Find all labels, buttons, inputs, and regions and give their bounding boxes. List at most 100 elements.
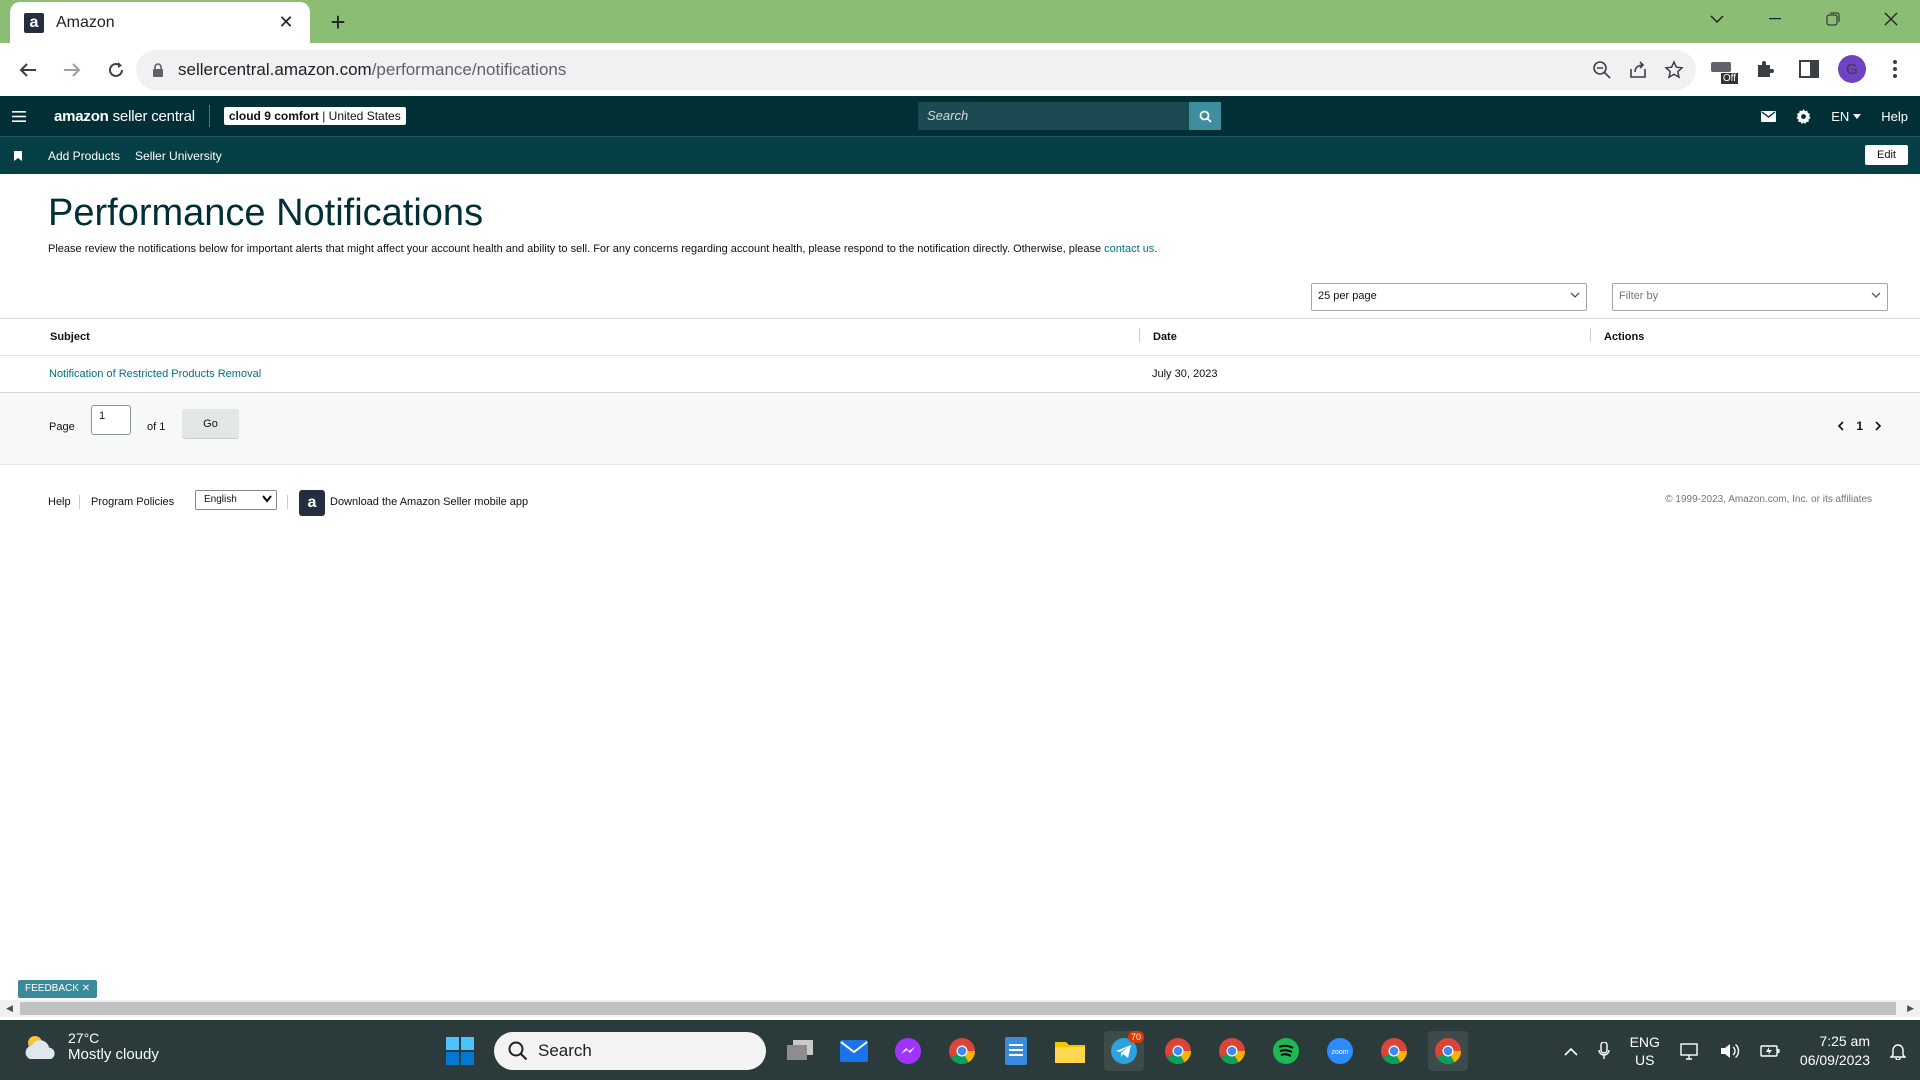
feedback-close-icon[interactable]: ✕ — [82, 983, 90, 994]
amazon-app-icon[interactable]: a — [299, 490, 325, 516]
current-page-number[interactable]: 1 — [1856, 419, 1863, 433]
filter-by-select[interactable]: Filter by — [1612, 283, 1888, 311]
page-footer: Help Program Policies English a Download… — [0, 465, 1920, 525]
horizontal-scrollbar[interactable]: ◀ ▶ — [0, 1000, 1920, 1017]
restore-icon[interactable] — [1804, 0, 1862, 38]
extension-toggle-icon[interactable]: Off — [1706, 54, 1738, 84]
browser-menu-icon[interactable] — [1880, 54, 1910, 84]
share-icon[interactable] — [1628, 60, 1648, 80]
new-tab-icon[interactable]: + — [324, 7, 352, 37]
amazon-favicon-icon: a — [24, 12, 44, 33]
minimize-icon[interactable] — [1746, 0, 1804, 38]
lock-icon[interactable] — [152, 63, 164, 77]
language-label: EN — [1831, 108, 1850, 124]
next-page-icon[interactable] — [1875, 421, 1882, 431]
bookmark-star-icon[interactable] — [1664, 60, 1684, 80]
subnav-add-products[interactable]: Add Products — [48, 149, 120, 163]
system-clock[interactable]: 7:25 am 06/09/2023 — [1800, 1032, 1870, 1070]
chrome-profile-icon[interactable] — [1374, 1031, 1414, 1071]
close-window-icon[interactable] — [1862, 0, 1920, 38]
mail-app-icon[interactable] — [834, 1031, 874, 1071]
go-button[interactable]: Go — [182, 409, 239, 438]
seller-search: Search — [918, 102, 1221, 130]
window-controls — [1688, 0, 1920, 38]
footer-help-link[interactable]: Help — [48, 496, 71, 508]
network-icon[interactable] — [1680, 1042, 1700, 1060]
page-title: Performance Notifications — [48, 192, 484, 234]
search-icon — [1199, 110, 1212, 123]
zoom-icon[interactable] — [1592, 60, 1612, 80]
column-date[interactable]: Date — [1153, 331, 1177, 343]
browser-tab[interactable]: a Amazon ✕ — [10, 2, 310, 43]
telegram-icon[interactable]: 70 — [1104, 1031, 1144, 1071]
header-help-link[interactable]: Help — [1881, 109, 1908, 124]
back-icon[interactable] — [8, 50, 48, 90]
side-panel-icon[interactable] — [1794, 54, 1824, 84]
feedback-button[interactable]: FEEDBACK ✕ — [18, 980, 98, 998]
search-button[interactable] — [1189, 102, 1221, 130]
column-actions: Actions — [1604, 331, 1645, 343]
column-separator — [1590, 328, 1591, 342]
battery-icon[interactable] — [1760, 1044, 1780, 1058]
chrome-active-icon[interactable] — [1428, 1031, 1468, 1071]
clock-date: 06/09/2023 — [1799, 1052, 1870, 1068]
notifications-table: Subject Date Actions Notification of Res… — [0, 318, 1920, 393]
bookmark-bar: Add Products Seller University Edit — [0, 136, 1920, 174]
language-selector[interactable]: EN — [1831, 108, 1862, 124]
footer-language-select[interactable]: English — [195, 490, 277, 510]
messenger-icon[interactable] — [888, 1031, 928, 1071]
previous-page-icon[interactable] — [1837, 421, 1844, 431]
scrollbar-thumb[interactable] — [20, 1002, 1896, 1015]
column-subject[interactable]: Subject — [50, 331, 90, 343]
notification-date: July 30, 2023 — [1152, 368, 1218, 380]
edit-bookmarks-button[interactable]: Edit — [1865, 145, 1908, 165]
seller-central-logo[interactable]: amazon seller central — [54, 108, 195, 125]
subnav-seller-university[interactable]: Seller University — [135, 149, 222, 163]
scroll-right-icon[interactable]: ▶ — [1907, 1003, 1914, 1014]
taskbar-search[interactable]: Search — [494, 1032, 766, 1070]
spotify-icon[interactable] — [1266, 1031, 1306, 1071]
chrome-icon[interactable] — [942, 1031, 982, 1071]
reload-icon[interactable] — [96, 50, 136, 90]
chrome-profile-icon[interactable] — [1212, 1031, 1252, 1071]
microphone-icon[interactable] — [1597, 1042, 1610, 1060]
notification-subject-link[interactable]: Notification of Restricted Products Remo… — [49, 368, 261, 380]
page-navigation: 1 — [1837, 419, 1882, 433]
extensions-puzzle-icon[interactable] — [1750, 54, 1780, 84]
taskbar-apps: Search 70 zoom — [440, 1028, 1468, 1074]
input-language-indicator[interactable]: ENG US — [1630, 1033, 1660, 1069]
scroll-left-icon[interactable]: ◀ — [6, 1003, 13, 1014]
page-number-input[interactable]: 1 — [91, 405, 131, 435]
url-text: sellercentral.amazon.com/performance/not… — [178, 60, 567, 79]
notepad-icon[interactable] — [996, 1031, 1036, 1071]
profile-avatar[interactable]: G — [1838, 55, 1866, 83]
per-page-select[interactable]: 25 per page — [1311, 283, 1587, 311]
system-tray: ENG US 7:25 am 06/09/2023 — [1564, 1028, 1906, 1074]
windows-start-icon[interactable] — [440, 1031, 480, 1071]
forward-icon[interactable] — [52, 50, 92, 90]
table-row: Notification of Restricted Products Remo… — [0, 356, 1920, 392]
settings-gear-icon[interactable] — [1796, 108, 1811, 124]
notification-bell-icon[interactable] — [1890, 1042, 1906, 1060]
volume-icon[interactable] — [1720, 1042, 1740, 1060]
store-selector[interactable]: cloud 9 comfort | United States — [223, 107, 406, 125]
download-app-link[interactable]: Download the Amazon Seller mobile app — [330, 496, 528, 508]
weather-widget[interactable]: 27°C Mostly cloudy — [22, 1030, 159, 1063]
zoom-app-icon[interactable]: zoom — [1320, 1031, 1360, 1071]
footer-program-policies-link[interactable]: Program Policies — [91, 496, 174, 508]
column-separator — [1139, 328, 1140, 342]
chrome-profile-icon[interactable] — [1158, 1031, 1198, 1071]
hamburger-menu-icon[interactable] — [0, 96, 38, 136]
file-explorer-icon[interactable] — [1050, 1031, 1090, 1071]
pagination-bar: Page 1 of 1 Go 1 — [0, 393, 1920, 465]
tab-close-icon[interactable]: ✕ — [274, 12, 298, 33]
task-view-icon[interactable] — [780, 1031, 820, 1071]
show-hidden-icons-chevron-icon[interactable] — [1564, 1047, 1578, 1056]
contact-us-link[interactable]: contact us — [1104, 243, 1154, 255]
tab-search-chevron-icon[interactable] — [1688, 0, 1746, 38]
seller-search-input[interactable]: Search — [918, 102, 1189, 130]
page-of-label: of 1 — [147, 421, 166, 433]
mail-icon[interactable] — [1761, 110, 1777, 122]
address-bar[interactable]: sellercentral.amazon.com/performance/not… — [136, 50, 1696, 90]
bookmark-icon[interactable] — [14, 150, 22, 161]
